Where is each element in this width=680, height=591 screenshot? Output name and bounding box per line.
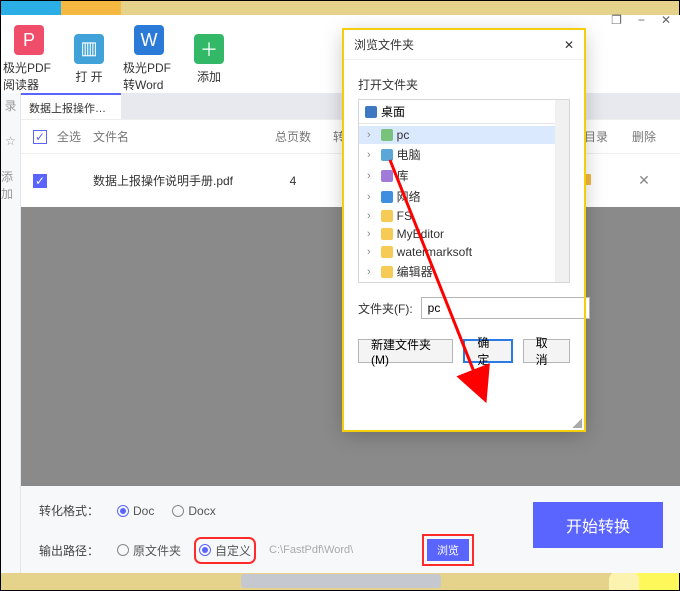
folder-field-input[interactable] — [421, 297, 590, 319]
output-label: 输出路径： — [39, 542, 99, 559]
sidebar: 录 ☆ 添加 — [1, 93, 21, 573]
folder-icon — [381, 149, 393, 161]
col-pages: 总页数 — [253, 128, 333, 145]
tree-item-label: 电脑 — [397, 146, 421, 163]
bottom-panel: 转化格式： Doc Docx 输出路径： 原文件夹 自定义 浏览 开始转换 — [21, 486, 680, 573]
tool-open[interactable]: ▥打 开 — [63, 34, 115, 85]
ok-button[interactable]: 确定 — [463, 339, 512, 363]
tree-item[interactable]: MyEditor — [359, 225, 569, 243]
folder-icon — [381, 246, 393, 258]
tab-document[interactable]: 数据上报操作说明手册.p — [21, 93, 121, 119]
tool-add[interactable]: ＋添加 — [183, 34, 235, 85]
output-path-input[interactable] — [269, 540, 409, 560]
browse-button[interactable]: 浏览 — [427, 539, 469, 561]
folder-icon — [381, 191, 393, 203]
file-name: 数据上报操作说明手册.pdf — [93, 172, 253, 189]
close-icon[interactable]: ✕ — [661, 13, 671, 27]
tree-item[interactable]: watermarksoft — [359, 243, 569, 261]
folder-tree[interactable]: 桌面 pc 电脑库网络 FS MyEditor watermarksoft 编辑器 — [358, 99, 570, 283]
file-pages: 4 — [253, 174, 333, 188]
decor — [1, 1, 61, 15]
tree-item-label: 网络 — [397, 188, 421, 205]
folder-icon — [381, 170, 393, 182]
tree-scrollbar[interactable] — [555, 100, 569, 282]
radio-source-folder[interactable]: 原文件夹 — [117, 542, 181, 559]
col-all[interactable]: 全选 — [57, 128, 93, 145]
cancel-button[interactable]: 取消 — [523, 339, 570, 363]
titlebar: ❐ − ✕ — [1, 15, 680, 25]
tree-item[interactable]: pc — [359, 126, 569, 144]
col-del: 删除 — [619, 128, 669, 145]
start-convert-button[interactable]: 开始转换 — [533, 502, 663, 548]
folder-icon — [381, 210, 393, 222]
radio-custom[interactable]: 自定义 — [199, 542, 251, 559]
tree-item[interactable]: 库 — [359, 165, 569, 186]
row-checkbox[interactable]: ✓ — [33, 174, 47, 188]
delete-icon[interactable]: ✕ — [619, 172, 669, 189]
tree-item[interactable]: FS — [359, 207, 569, 225]
toolbar-label: 添加 — [197, 68, 221, 85]
tree-item-label: MyEditor — [397, 227, 444, 241]
tree-item-label: watermarksoft — [397, 245, 472, 259]
toolbar-label: 极光PDF转Word — [123, 59, 175, 93]
side-record[interactable]: 录 — [4, 97, 16, 114]
select-all-checkbox[interactable]: ✓ — [33, 130, 47, 144]
tree-item[interactable]: 编辑器 — [359, 261, 569, 282]
tree-item[interactable]: 网络 — [359, 186, 569, 207]
toolbar-label: 打 开 — [75, 68, 102, 85]
tree-root[interactable]: 桌面 — [381, 103, 405, 120]
resize-handle[interactable] — [572, 418, 582, 428]
side-add[interactable]: 添加 — [1, 168, 20, 202]
radio-doc[interactable]: Doc — [117, 504, 154, 518]
help-icon[interactable]: ❐ — [611, 13, 622, 27]
tree-item-label: FS — [397, 209, 412, 223]
scrollbar[interactable] — [241, 574, 441, 588]
folder-icon — [381, 129, 393, 141]
decor — [61, 1, 121, 15]
tree-item-label: 编辑器 — [397, 263, 433, 280]
format-label: 转化格式： — [39, 502, 99, 519]
dialog-title: 浏览文件夹 — [354, 36, 414, 53]
new-folder-button[interactable]: 新建文件夹(M) — [358, 339, 453, 363]
desktop-icon — [365, 106, 377, 118]
col-name: 文件名 — [93, 128, 253, 145]
browse-folder-dialog: 浏览文件夹 ✕ 打开文件夹 桌面 pc 电脑库网络 FS MyEditor waterm… — [344, 30, 584, 430]
folder-icon — [381, 266, 393, 278]
minimize-icon[interactable]: − — [638, 13, 645, 27]
tool-pdf-to-word[interactable]: W极光PDF转Word — [123, 25, 175, 93]
tool-pdf-reader[interactable]: P极光PDF阅读器 — [3, 25, 55, 93]
toolbar-label: 极光PDF阅读器 — [3, 59, 55, 93]
tree-item-label: 库 — [397, 167, 409, 184]
tree-item[interactable]: 电脑 — [359, 144, 569, 165]
folder-field-label: 文件夹(F): — [358, 300, 413, 317]
folder-icon — [381, 228, 393, 240]
dialog-close-icon[interactable]: ✕ — [564, 38, 574, 52]
dialog-subtitle: 打开文件夹 — [344, 60, 584, 99]
radio-docx[interactable]: Docx — [172, 504, 215, 518]
star-icon[interactable]: ☆ — [5, 134, 16, 148]
tree-item-label: pc — [397, 128, 410, 142]
